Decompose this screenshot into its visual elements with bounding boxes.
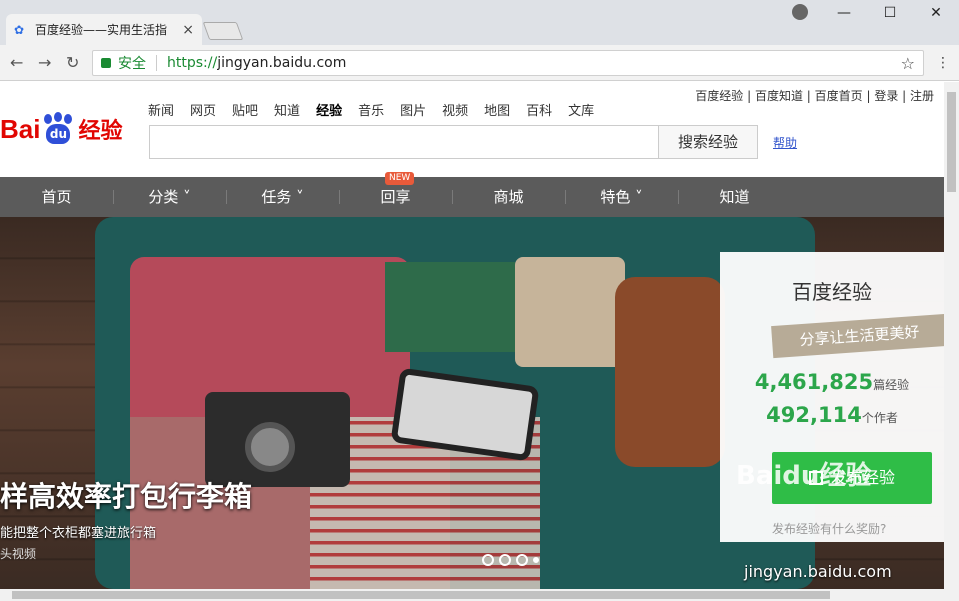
- channel-link[interactable]: 视频: [442, 100, 468, 119]
- logo-bai-text: Bai: [0, 113, 41, 144]
- window-controls: — ☐ ✕: [821, 0, 959, 26]
- reload-icon[interactable]: ↻: [66, 53, 79, 72]
- watermark-url: jingyan.baidu.com: [744, 562, 892, 581]
- authors-stat: 492,114个作者: [720, 403, 944, 427]
- horizontal-scrollbar[interactable]: [0, 589, 959, 601]
- nav-item-mall[interactable]: 商城: [452, 177, 565, 217]
- channel-link[interactable]: 网页: [190, 100, 216, 119]
- articles-stat: 4,461,825篇经验: [720, 370, 944, 394]
- carousel-dots: [482, 554, 544, 566]
- browser-titlebar: ✿ 百度经验——实用生活指 × — ☐ ✕: [0, 0, 959, 45]
- authors-unit: 个作者: [861, 411, 898, 425]
- channel-link[interactable]: 新闻: [148, 100, 174, 119]
- top-links[interactable]: 百度经验 | 百度知道 | 百度首页 | 登录 | 注册: [695, 87, 934, 104]
- search-button[interactable]: 搜索经验: [658, 125, 758, 159]
- suspenders-image: [515, 257, 625, 367]
- web-page: Bai du 经验 百度经验 | 百度知道 | 百度首页 | 登录 | 注册 新…: [0, 82, 944, 589]
- channel-link[interactable]: 文库: [568, 100, 594, 119]
- baidu-jingyan-logo[interactable]: Bai du 经验: [0, 104, 122, 154]
- lock-icon: [101, 58, 111, 68]
- camera-image: [205, 392, 350, 487]
- channel-link[interactable]: 图片: [400, 100, 426, 119]
- tab-title: 百度经验——实用生活指: [35, 23, 168, 37]
- nav-item-huixiang[interactable]: 回享 NEW: [339, 172, 452, 217]
- vertical-scrollbar[interactable]: [944, 82, 959, 589]
- new-badge: NEW: [385, 172, 415, 185]
- logo-du-text: du: [46, 124, 71, 144]
- channel-link[interactable]: 地图: [484, 100, 510, 119]
- paw-logo-icon: du: [41, 112, 75, 146]
- address-divider: [156, 55, 157, 71]
- channel-link[interactable]: 贴吧: [232, 100, 258, 119]
- url-scheme: https://: [167, 55, 218, 71]
- url-host: jingyan.baidu.com: [217, 55, 347, 71]
- camera-lens: [245, 422, 295, 472]
- carousel-dot[interactable]: [516, 554, 528, 566]
- hero-title[interactable]: 样高效率打包行李箱: [0, 475, 252, 515]
- scrollbar-thumb[interactable]: [947, 92, 956, 192]
- carousel-dot[interactable]: [499, 554, 511, 566]
- scrollbar-thumb[interactable]: [12, 591, 830, 599]
- browser-tab[interactable]: ✿ 百度经验——实用生活指 ×: [6, 14, 202, 45]
- authors-count: 492,114: [766, 403, 862, 427]
- nav-item-home[interactable]: 首页: [0, 177, 113, 217]
- articles-unit: 篇经验: [873, 378, 910, 392]
- slogan-ribbon: 分享让生活更美好: [771, 313, 944, 359]
- browser-toolbar: ← → ↻ 安全 https:// jingyan.baidu.com ☆ ⋮: [0, 45, 959, 81]
- forward-arrow-icon[interactable]: →: [38, 53, 51, 72]
- nav-item-category[interactable]: 分类 ˅: [113, 177, 226, 217]
- close-window-button[interactable]: ✕: [913, 5, 959, 21]
- search-input[interactable]: [149, 125, 659, 159]
- security-label: 安全: [118, 56, 146, 72]
- account-icon[interactable]: [792, 4, 808, 20]
- channel-link[interactable]: 百科: [526, 100, 552, 119]
- hero-banner[interactable]: 样高效率打包行李箱 能把整个衣柜都塞进旅行箱 头视频 百度经验 分享让生活更美好…: [0, 217, 944, 589]
- carousel-dot[interactable]: [533, 557, 539, 563]
- reward-question-link[interactable]: 发布经验有什么奖励?: [772, 520, 886, 537]
- nav-item-zhidao[interactable]: 知道: [678, 177, 791, 217]
- maximize-button[interactable]: ☐: [867, 5, 913, 21]
- paw-favicon-icon: ✿: [14, 22, 25, 37]
- hero-subtitle: 能把整个衣柜都塞进旅行箱: [0, 526, 157, 541]
- nav-item-task[interactable]: 任务 ˅: [226, 177, 339, 217]
- tab-close-icon[interactable]: ×: [182, 22, 194, 38]
- browser-menu-icon[interactable]: ⋮: [936, 55, 950, 71]
- channel-nav: 新闻 网页 贴吧 知道 经验 音乐 图片 视频 地图 百科 文库: [148, 100, 610, 119]
- channel-link-active[interactable]: 经验: [316, 100, 342, 119]
- articles-count: 4,461,825: [754, 370, 874, 394]
- main-nav: 首页 分类 ˅ 任务 ˅ 回享 NEW 商城 特色 ˅ 知道: [0, 172, 944, 217]
- stats-panel: 百度经验 分享让生活更美好 4,461,825篇经验 492,114个作者 发布…: [720, 252, 944, 542]
- channel-link[interactable]: 音乐: [358, 100, 384, 119]
- help-link[interactable]: 帮助: [773, 134, 797, 151]
- site-header: Bai du 经验 百度经验 | 百度知道 | 百度首页 | 登录 | 注册 新…: [0, 82, 944, 177]
- address-bar[interactable]: 安全 https:// jingyan.baidu.com ☆: [92, 50, 924, 76]
- new-tab-button[interactable]: [202, 22, 244, 40]
- bookmark-star-icon[interactable]: ☆: [901, 54, 915, 73]
- hero-source: 头视频: [0, 547, 37, 561]
- argyle-sweater-image: [385, 262, 515, 352]
- channel-link[interactable]: 知道: [274, 100, 300, 119]
- back-arrow-icon[interactable]: ←: [10, 53, 23, 72]
- logo-suffix-text: 经验: [78, 119, 123, 144]
- nav-label: 回享: [380, 188, 411, 206]
- minimize-button[interactable]: —: [821, 5, 867, 21]
- panel-title: 百度经验: [792, 280, 872, 304]
- carousel-dot[interactable]: [482, 554, 494, 566]
- nav-item-featured[interactable]: 特色 ˅: [565, 177, 678, 217]
- gloves-image: [615, 277, 725, 467]
- watermark-logo: Baidu经验: [736, 461, 872, 491]
